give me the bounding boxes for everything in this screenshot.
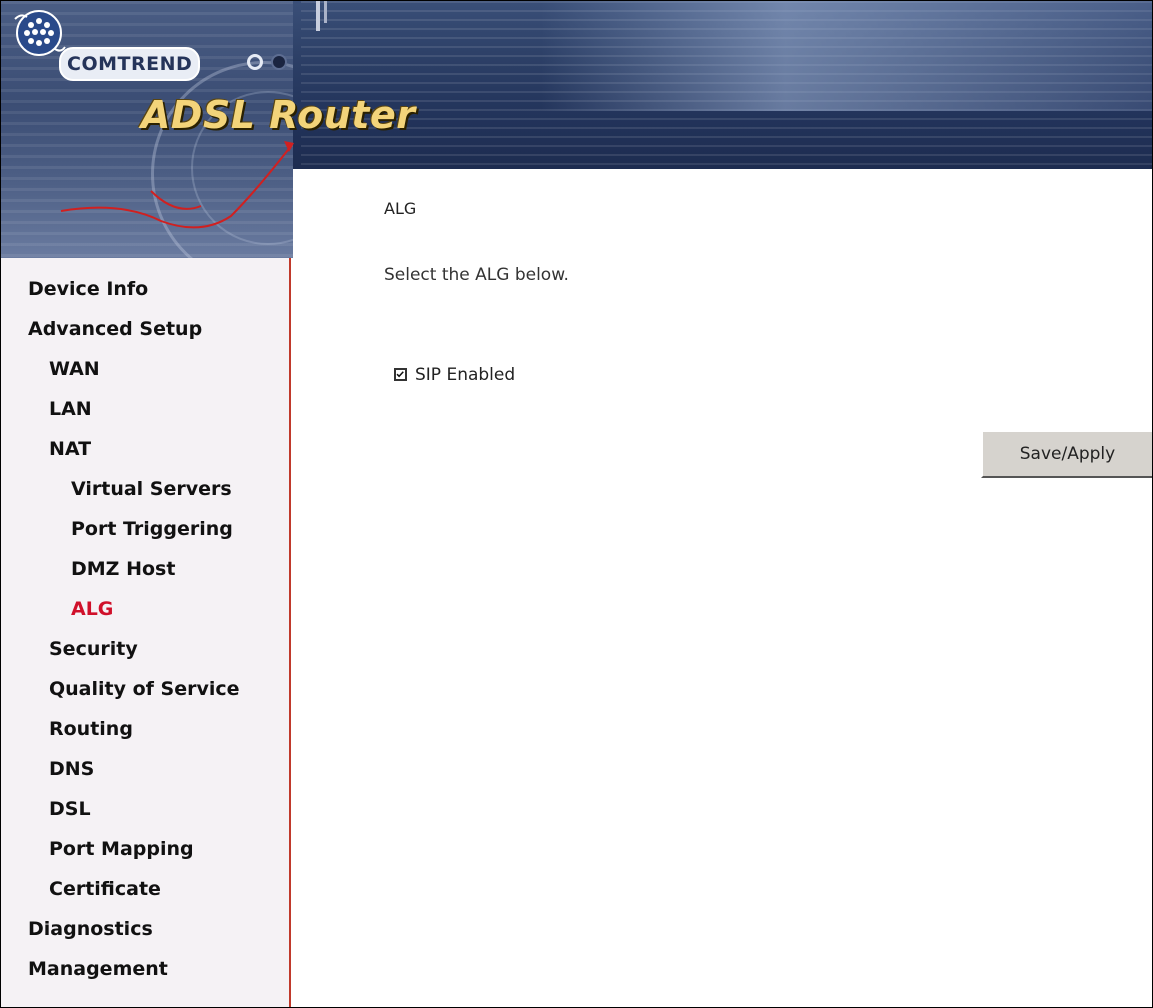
sidebar-item-port-triggering[interactable]: Port Triggering	[71, 518, 233, 540]
sidebar-item-quality-of-service[interactable]: Quality of Service	[49, 678, 240, 700]
brand-dot-icon	[271, 54, 287, 70]
sidebar-item-routing[interactable]: Routing	[49, 718, 133, 740]
sidebar-item-certificate[interactable]: Certificate	[49, 878, 161, 900]
swoosh-decoration	[60, 141, 294, 229]
sidebar-item-dsl[interactable]: DSL	[49, 798, 91, 820]
content-panel	[293, 169, 1152, 1007]
sidebar-item-alg[interactable]: ALG	[71, 598, 113, 620]
router-window: COMTREND ADSL Router Device Info Advanced…	[0, 0, 1153, 1008]
sip-checkbox-label: SIP Enabled	[415, 365, 516, 385]
sidebar-item-virtual-servers[interactable]: Virtual Servers	[71, 478, 232, 500]
sidebar-item-lan[interactable]: LAN	[49, 398, 92, 420]
sidebar-item-security[interactable]: Security	[49, 638, 138, 660]
globe-logo-icon	[14, 10, 66, 56]
sidebar-item-nat[interactable]: NAT	[49, 438, 91, 460]
save-apply-button[interactable]: Save/Apply	[981, 430, 1152, 478]
sidebar-item-device-info[interactable]: Device Info	[28, 278, 148, 300]
sip-checkbox[interactable]	[394, 368, 407, 381]
sidebar-item-advanced-setup[interactable]: Advanced Setup	[28, 318, 202, 340]
brand-logo: COMTREND	[59, 47, 201, 81]
checkmark-icon	[396, 371, 404, 378]
sidebar-item-port-mapping[interactable]: Port Mapping	[49, 838, 194, 860]
sidebar-item-management[interactable]: Management	[28, 958, 168, 980]
page-description: Select the ALG below.	[384, 265, 569, 285]
sidebar-item-diagnostics[interactable]: Diagnostics	[28, 918, 153, 940]
sidebar-item-dmz-host[interactable]: DMZ Host	[71, 558, 175, 580]
brand-ring-icon	[247, 54, 263, 70]
sidebar-item-wan[interactable]: WAN	[49, 358, 100, 380]
sidebar-item-dns[interactable]: DNS	[49, 758, 94, 780]
page-title: ALG	[384, 199, 417, 218]
sidebar: Device Info Advanced Setup WAN LAN NAT Virtua…	[1, 258, 291, 1007]
